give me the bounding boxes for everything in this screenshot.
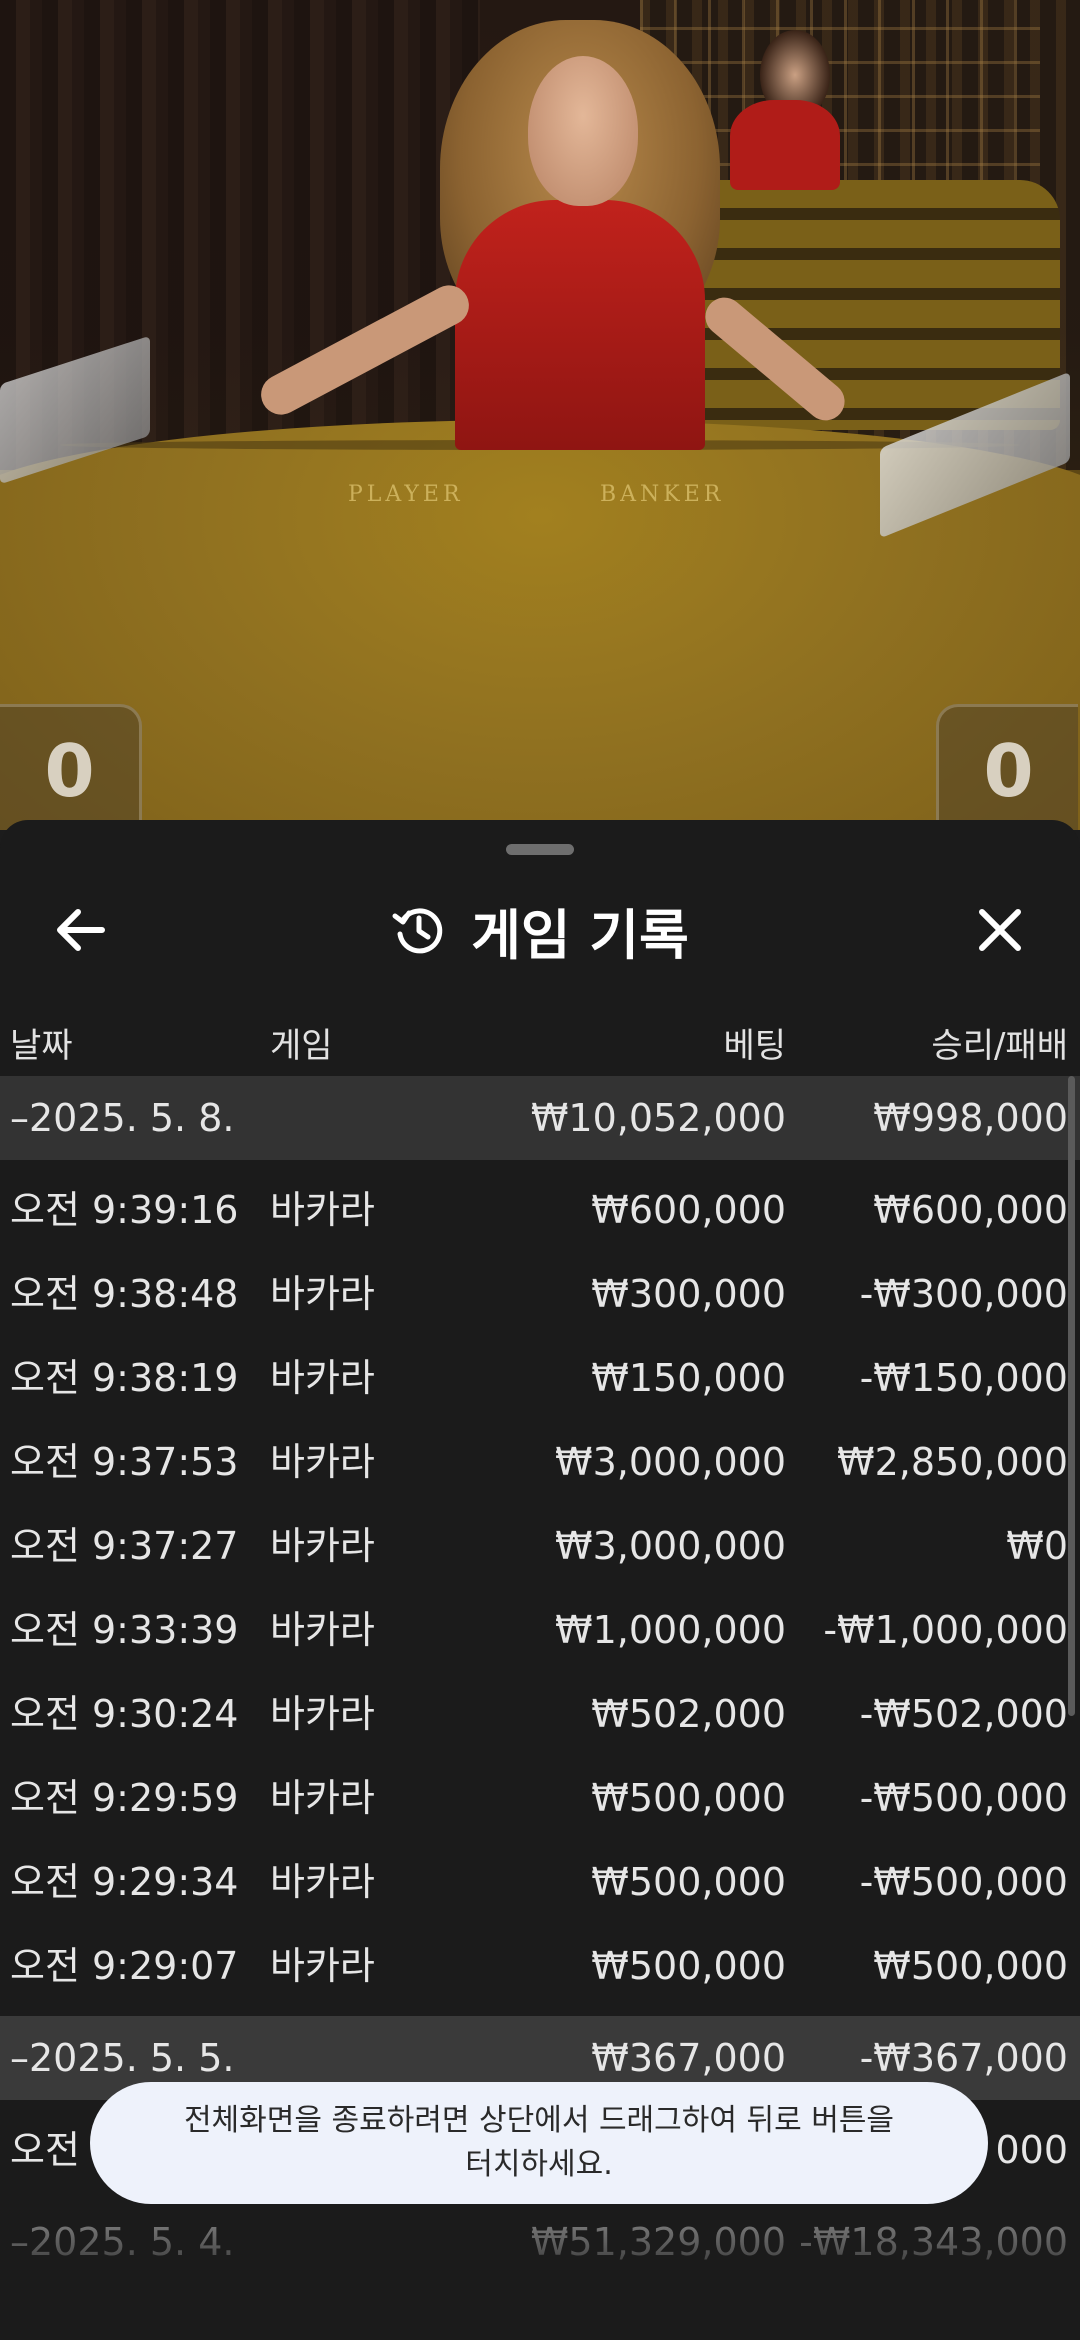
fullscreen-exit-toast: 전체화면을 종료하려면 상단에서 드래그하여 뒤로 버튼을 터치하세요. <box>90 2082 988 2204</box>
column-game: 게임 <box>270 1026 333 1066</box>
banker-score: 0 <box>936 704 1078 830</box>
row-bet: ₩3,000,000 <box>555 1524 786 1568</box>
history-row[interactable]: 오전 9:29:07 바카라 ₩500,000 ₩500,000 <box>0 1924 1080 2008</box>
group-date: –2025. 5. 4. <box>10 2220 235 2264</box>
history-row[interactable]: 오전 9:37:53 바카라 ₩3,000,000 ₩2,850,000 <box>0 1420 1080 1504</box>
row-game: 바카라 <box>270 1272 375 1316</box>
row-bet: ₩600,000 <box>591 1188 786 1232</box>
history-row[interactable]: 오전 9:37:27 바카라 ₩3,000,000 ₩0 <box>0 1504 1080 1588</box>
row-bet: ₩500,000 <box>591 1860 786 1904</box>
column-headers: 날짜 게임 베팅 승리/패배 <box>0 996 1080 1076</box>
table-label-player: PLAYER <box>348 482 464 507</box>
toast-line-2: 터치하세요. <box>465 2147 613 2182</box>
row-time: 오전 9:33:39 <box>10 1608 239 1652</box>
row-result: ₩600,000 <box>873 1188 1068 1232</box>
row-result: ₩500,000 <box>873 1944 1068 1988</box>
group-total-bet: ₩51,329,000 <box>530 2220 786 2264</box>
arrow-left-icon <box>57 909 105 951</box>
dealer-face <box>528 56 638 206</box>
row-bet: ₩150,000 <box>591 1356 786 1400</box>
row-bet: ₩3,000,000 <box>555 1440 786 1484</box>
sheet-header: 게임 기록 <box>0 880 1080 980</box>
row-result: -₩1,000,000 <box>823 1608 1068 1652</box>
group-total-bet: ₩10,052,000 <box>530 1096 786 1140</box>
column-result: 승리/패배 <box>931 1026 1068 1066</box>
group-total-result: -₩18,343,000 <box>799 2220 1068 2264</box>
row-bet: ₩502,000 <box>591 1692 786 1736</box>
live-video: PLAYER BANKER 0 0 <box>0 0 1080 830</box>
row-time: 오전 9:37:27 <box>10 1524 239 1568</box>
column-date: 날짜 <box>10 1026 73 1066</box>
row-game: 바카라 <box>270 1692 375 1736</box>
sheet-title: 게임 기록 <box>471 903 689 967</box>
row-time: 오전 9:29:34 <box>10 1860 239 1904</box>
dealer-dress <box>455 200 705 450</box>
history-row[interactable]: 오전 9:38:48 바카라 ₩300,000 -₩300,000 <box>0 1252 1080 1336</box>
row-time: 오전 9:29:07 <box>10 1944 239 1988</box>
row-result: ₩2,850,000 <box>837 1440 1068 1484</box>
toast-line-1: 전체화면을 종료하려면 상단에서 드래그하여 뒤로 버튼을 <box>183 2103 895 2138</box>
row-time: 오전 9:29:59 <box>10 1776 239 1820</box>
row-bet: ₩300,000 <box>591 1272 786 1316</box>
history-row[interactable]: 오전 9:38:19 바카라 ₩150,000 -₩150,000 <box>0 1336 1080 1420</box>
row-time: 오전 9:30:24 <box>10 1692 239 1736</box>
row-game: 바카라 <box>270 1860 375 1904</box>
row-result: -₩502,000 <box>859 1692 1068 1736</box>
row-game: 바카라 <box>270 1440 375 1484</box>
history-icon <box>392 908 443 954</box>
row-result: -₩300,000 <box>859 1272 1068 1316</box>
drag-handle[interactable] <box>506 844 574 855</box>
row-game: 바카라 <box>270 1608 375 1652</box>
row-game: 바카라 <box>270 1188 375 1232</box>
row-result: ₩0 <box>1006 1524 1068 1568</box>
group-total-result: ₩998,000 <box>873 1096 1068 1140</box>
date-group-header[interactable]: –2025. 5. 8. ₩10,052,000 ₩998,000 <box>0 1076 1080 1160</box>
row-bet: ₩500,000 <box>591 1776 786 1820</box>
row-time: 오전 <box>10 2128 80 2172</box>
table-label-banker: BANKER <box>600 482 725 507</box>
game-history-sheet: 게임 기록 날짜 게임 베팅 승리/패배 –2025. 5. 8. ₩10,05… <box>0 820 1080 2340</box>
row-result: 000 <box>995 2128 1068 2172</box>
row-bet: ₩1,000,000 <box>555 1608 786 1652</box>
column-bet: 베팅 <box>723 1026 786 1066</box>
back-button[interactable] <box>44 894 116 966</box>
history-row[interactable]: 오전 9:29:34 바카라 ₩500,000 -₩500,000 <box>0 1840 1080 1924</box>
background-dealer-body <box>730 100 840 190</box>
history-row[interactable]: 오전 9:39:16 바카라 ₩600,000 ₩600,000 <box>0 1168 1080 1252</box>
date-group-header[interactable]: –2025. 5. 4. ₩51,329,000 -₩18,343,000 <box>0 2200 1080 2284</box>
scrollbar[interactable] <box>1068 1076 1075 1716</box>
row-game: 바카라 <box>270 1524 375 1568</box>
row-result: -₩500,000 <box>859 1860 1068 1904</box>
close-button[interactable] <box>964 894 1036 966</box>
history-row[interactable]: 오전 9:33:39 바카라 ₩1,000,000 -₩1,000,000 <box>0 1588 1080 1672</box>
row-bet: ₩500,000 <box>591 1944 786 1988</box>
row-time: 오전 9:37:53 <box>10 1440 239 1484</box>
row-game: 바카라 <box>270 1944 375 1988</box>
row-time: 오전 9:38:48 <box>10 1272 239 1316</box>
row-time: 오전 9:38:19 <box>10 1356 239 1400</box>
history-row[interactable]: 오전 9:30:24 바카라 ₩502,000 -₩502,000 <box>0 1672 1080 1756</box>
row-result: -₩500,000 <box>859 1776 1068 1820</box>
row-result: -₩150,000 <box>859 1356 1068 1400</box>
player-score: 0 <box>0 704 142 830</box>
history-row[interactable]: 오전 9:29:59 바카라 ₩500,000 -₩500,000 <box>0 1756 1080 1840</box>
close-icon <box>979 909 1021 951</box>
row-game: 바카라 <box>270 1776 375 1820</box>
row-game: 바카라 <box>270 1356 375 1400</box>
group-date: –2025. 5. 8. <box>10 1096 235 1140</box>
row-time: 오전 9:39:16 <box>10 1188 239 1232</box>
